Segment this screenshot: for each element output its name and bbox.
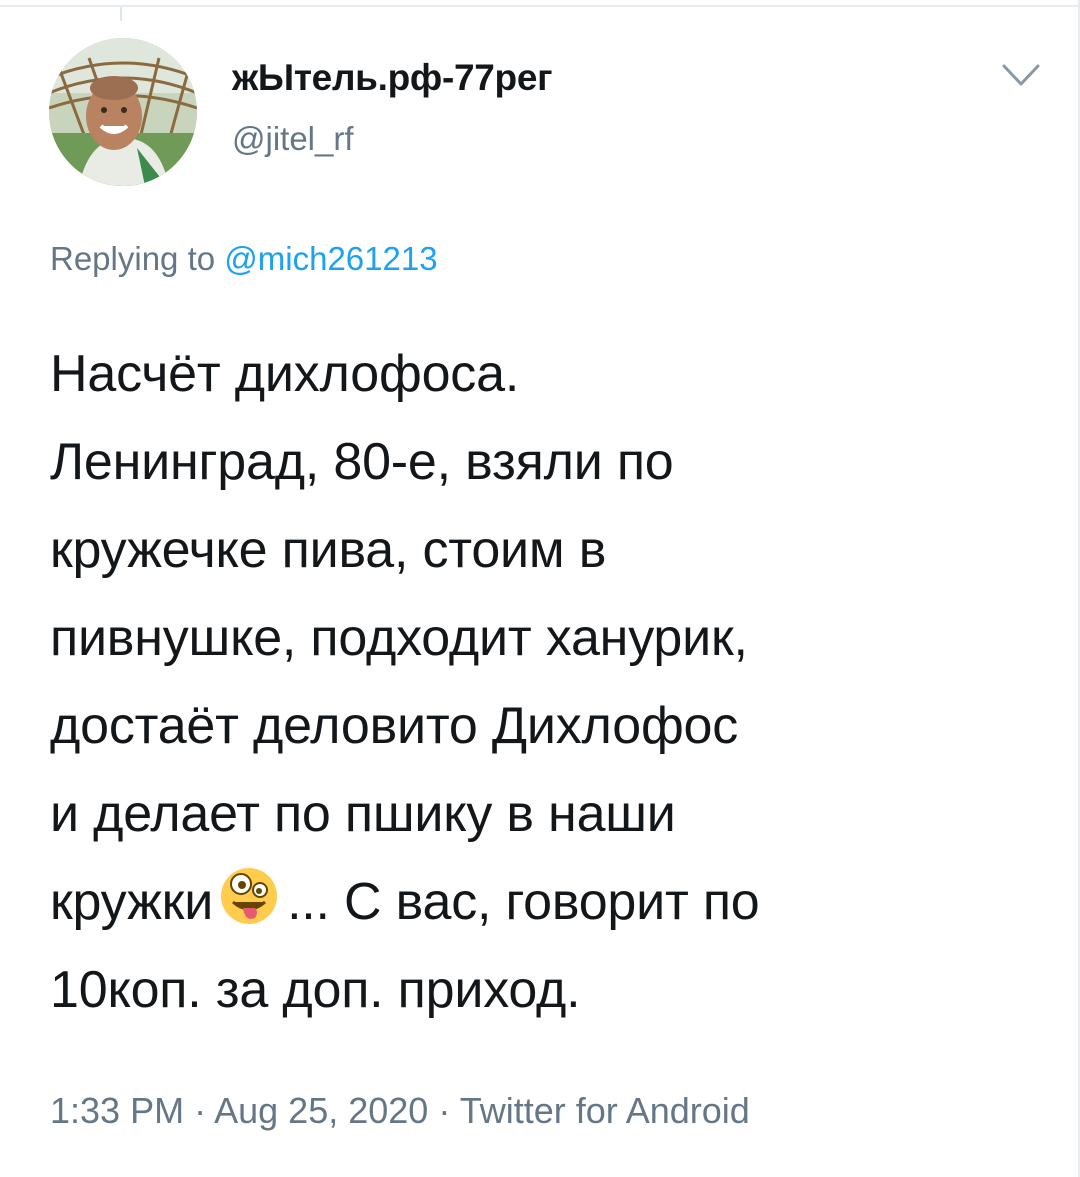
tweet-line: кружечке пива, стоим в: [50, 521, 607, 579]
user-handle[interactable]: @jitel_rf: [232, 120, 354, 158]
tweet-line: и делает по пшику в наши: [50, 785, 676, 843]
replying-to-label: Replying to: [50, 240, 216, 277]
tweet-line: достаёт деловито Дихлофос: [50, 697, 739, 755]
tweet-line: 10коп. за доп. приход.: [50, 961, 581, 1019]
tweet-time[interactable]: 1:33 PM: [50, 1090, 184, 1131]
tweet-text: Насчёт дихлофоса. Ленинград, 80-е, взяли…: [50, 330, 1050, 1034]
display-name[interactable]: жЫтель.рф-77рег: [232, 57, 553, 99]
tweet-line: кружки ... С вас, говорит по: [50, 858, 1050, 946]
tweet-date[interactable]: Aug 25, 2020: [214, 1090, 428, 1131]
chevron-down-icon[interactable]: [998, 56, 1044, 96]
tweet-line-part: кружки: [50, 873, 214, 931]
top-divider: [0, 5, 1080, 7]
avatar-image: [49, 38, 197, 186]
zany-face-emoji-icon: [221, 868, 278, 924]
tweet-line: Ленинград, 80-е, взяли по: [50, 433, 674, 491]
tweet-source[interactable]: Twitter for Android: [460, 1090, 750, 1131]
tweet-line: пивнушке, подходит ханурик,: [50, 609, 748, 667]
meta-separator: ·: [438, 1090, 451, 1131]
meta-separator: ·: [194, 1090, 207, 1131]
tweet-line: Насчёт дихлофоса.: [50, 345, 520, 403]
avatar[interactable]: [49, 38, 197, 186]
reply-to-link[interactable]: @mich261213: [224, 240, 437, 277]
tweet-line-part: ... С вас, говорит по: [287, 873, 760, 931]
replying-to: Replying to @mich261213: [50, 240, 438, 278]
tweet-meta: 1:33 PM · Aug 25, 2020 · Twitter for And…: [50, 1090, 750, 1132]
thread-connector: [120, 7, 122, 21]
